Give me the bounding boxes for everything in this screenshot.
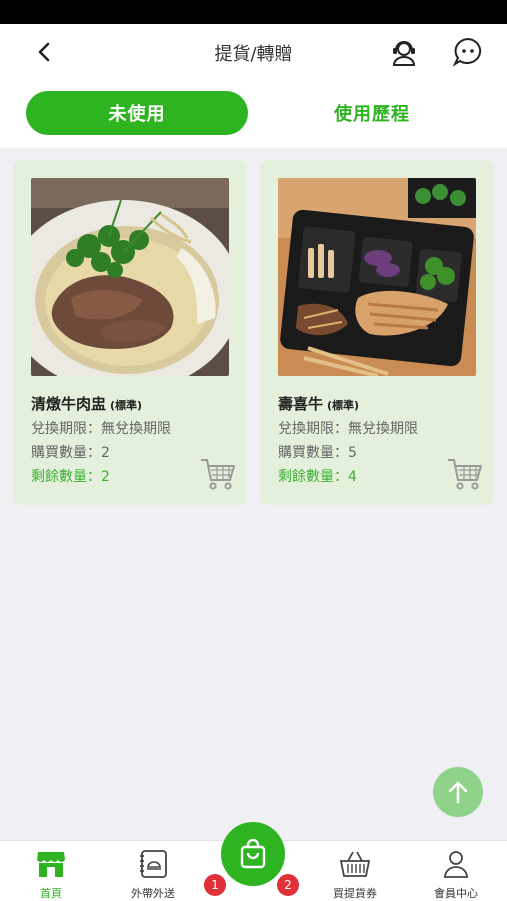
status-bar xyxy=(0,0,507,24)
remaining-quantity: 剩餘數量：2 xyxy=(31,469,110,485)
cart-icon[interactable] xyxy=(446,456,484,492)
expiry-text: 兌換期限：無兌換期限 xyxy=(31,421,171,437)
page-title: 提貨/轉贈 xyxy=(214,44,293,65)
product-name: 壽喜牛 xyxy=(278,395,324,413)
badge-right: 2 xyxy=(277,874,299,896)
nav-home-label: 首頁 xyxy=(40,887,62,900)
purchased-quantity: 購買數量：2 xyxy=(31,445,110,461)
tab-unused[interactable]: 未使用 xyxy=(26,91,248,135)
nav-home[interactable]: 首頁 xyxy=(11,841,91,901)
product-tag: (標準) xyxy=(110,399,143,412)
cart-center-button[interactable] xyxy=(221,822,285,886)
badge-left: 1 xyxy=(204,874,226,896)
cart-icon[interactable] xyxy=(199,456,237,492)
tab-bar: 未使用 使用歷程 xyxy=(0,80,507,148)
tab-history[interactable]: 使用歷程 xyxy=(262,91,482,135)
arrow-up-icon xyxy=(448,781,468,804)
customer-service-icon[interactable] xyxy=(388,36,420,68)
chat-icon[interactable] xyxy=(452,36,484,68)
product-tag: (標準) xyxy=(327,399,360,412)
product-card[interactable]: 壽喜牛 (標準) 兌換期限：無兌換期限 購買數量：5 剩餘數量：4 xyxy=(260,160,494,505)
nav-takeout-label: 外帶外送 xyxy=(131,887,175,900)
person-icon xyxy=(444,851,468,878)
nav-buy-voucher-label: 買提貨券 xyxy=(333,887,377,900)
menu-book-icon xyxy=(140,850,167,878)
store-icon xyxy=(37,852,65,877)
product-name: 清燉牛肉盅 xyxy=(31,395,107,413)
product-title: 壽喜牛 (標準) xyxy=(278,393,359,414)
nav-buy-voucher[interactable]: 買提貨券 xyxy=(315,841,395,901)
remaining-quantity: 剩餘數量：4 xyxy=(278,469,357,485)
basket-icon xyxy=(339,851,371,877)
shopping-bag-icon xyxy=(240,839,266,869)
nav-takeout[interactable]: 外帶外送 xyxy=(113,841,193,901)
nav-member[interactable]: 會員中心 xyxy=(416,841,496,901)
header: 提貨/轉贈 xyxy=(0,24,507,80)
product-title: 清燉牛肉盅 (標準) xyxy=(31,393,142,414)
product-card[interactable]: 清燉牛肉盅 (標準) 兌換期限：無兌換期限 購買數量：2 剩餘數量：2 xyxy=(13,160,247,505)
expiry-text: 兌換期限：無兌換期限 xyxy=(278,421,418,437)
product-image xyxy=(278,178,476,376)
purchased-quantity: 購買數量：5 xyxy=(278,445,357,461)
nav-member-label: 會員中心 xyxy=(434,887,478,900)
scroll-to-top-button[interactable] xyxy=(433,767,483,817)
product-image xyxy=(31,178,229,376)
